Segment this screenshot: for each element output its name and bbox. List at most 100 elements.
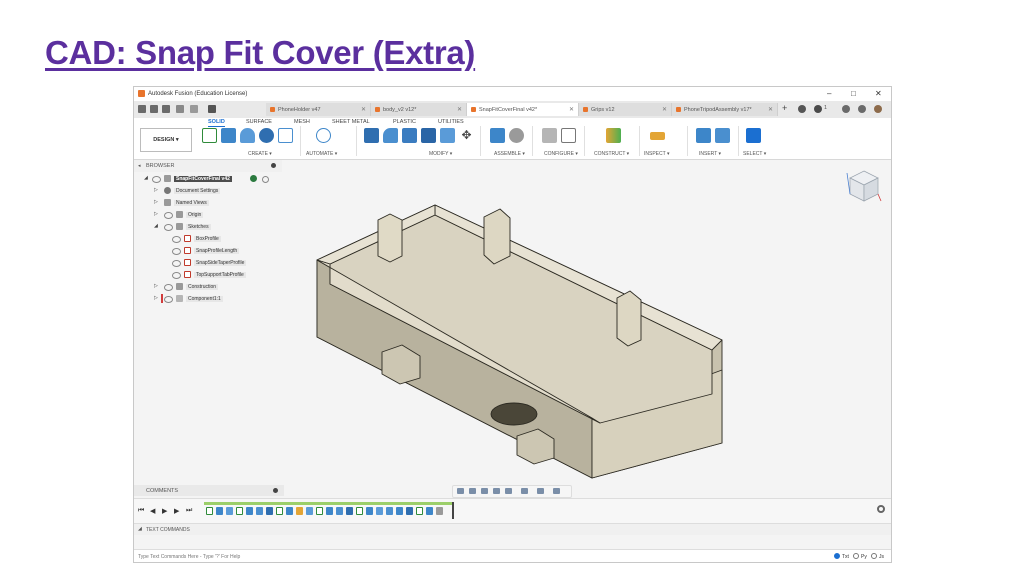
timeline-plane-icon[interactable] <box>296 507 303 515</box>
timeline-sketch-icon[interactable] <box>416 507 423 515</box>
configure-icon[interactable] <box>542 128 557 143</box>
tab-plastic[interactable]: PLASTIC <box>393 119 416 125</box>
expand-arrow-icon[interactable]: ▷ <box>154 187 158 193</box>
viewports-icon[interactable] <box>553 488 560 494</box>
step-back-icon[interactable]: ◀ <box>150 507 155 515</box>
visibility-eye-icon[interactable] <box>172 272 181 279</box>
look-at-icon[interactable] <box>469 488 476 494</box>
fillet-icon[interactable] <box>383 128 398 143</box>
collapse-icon[interactable]: ◢ <box>138 526 142 532</box>
avatar[interactable] <box>874 105 882 113</box>
timeline-extrude-icon[interactable] <box>246 507 253 515</box>
new-component-icon[interactable] <box>490 128 505 143</box>
text-commands-header[interactable]: ◢ TEXT COMMANDS <box>134 523 891 535</box>
tree-item-document-settings[interactable]: ▷ Document Settings <box>150 186 280 196</box>
timeline-sketch-icon[interactable] <box>356 507 363 515</box>
radio-py[interactable] <box>853 553 859 559</box>
select-menu[interactable]: SELECT ▾ <box>743 151 766 157</box>
browser-pin-icon[interactable] <box>271 163 276 168</box>
tree-item-component1[interactable]: ▷ Component1:1 <box>150 294 280 304</box>
timeline-feature-icon[interactable] <box>386 507 393 515</box>
maximize-button[interactable]: □ <box>851 89 856 98</box>
visibility-eye-icon[interactable] <box>164 296 173 303</box>
fit-icon[interactable] <box>505 488 512 494</box>
step-forward-icon[interactable]: ▶ <box>174 507 179 515</box>
construct-menu[interactable]: CONSTRUCT ▾ <box>594 151 629 157</box>
move-icon[interactable]: ✥ <box>459 128 474 143</box>
visibility-eye-icon[interactable] <box>172 236 181 243</box>
timeline-sketch-icon[interactable] <box>206 507 213 515</box>
visibility-eye-icon[interactable] <box>172 248 181 255</box>
assemble-menu[interactable]: ASSEMBLE ▾ <box>494 151 525 157</box>
activate-icon[interactable] <box>250 175 257 182</box>
close-tab-icon[interactable]: ✕ <box>768 106 773 113</box>
radio-js[interactable] <box>871 553 877 559</box>
undo-icon[interactable] <box>176 105 184 113</box>
expand-arrow-icon[interactable]: ▷ <box>154 211 158 217</box>
tab-sheet-metal[interactable]: SHEET METAL <box>332 119 370 125</box>
tree-item-construction[interactable]: ▷ Construction <box>150 282 280 292</box>
timeline-feature-icon[interactable] <box>346 507 353 515</box>
measure-icon[interactable] <box>650 132 665 140</box>
tab-phoneholder[interactable]: PhoneHolder v47 ✕ <box>266 103 371 116</box>
tab-phonetripod[interactable]: PhoneTripodAssembly v17* ✕ <box>672 103 778 116</box>
visibility-eye-icon[interactable] <box>164 284 173 291</box>
timeline-feature-icon[interactable] <box>336 507 343 515</box>
visibility-eye-icon[interactable] <box>164 212 173 219</box>
display-settings-icon[interactable] <box>521 488 528 494</box>
tree-item-named-views[interactable]: ▷ Named Views <box>150 198 280 208</box>
tree-item-snapprofilelength[interactable]: SnapProfileLength <box>170 246 300 256</box>
home-icon[interactable] <box>208 105 216 113</box>
timeline-sketch-icon[interactable] <box>236 507 243 515</box>
tab-grips[interactable]: Grips v12 ✕ <box>579 103 672 116</box>
configure-menu[interactable]: CONFIGURE ▾ <box>544 151 578 157</box>
close-tab-icon[interactable]: ✕ <box>662 106 667 113</box>
tab-solid[interactable]: SOLID <box>208 119 225 127</box>
automate-menu[interactable]: AUTOMATE ▾ <box>306 151 337 157</box>
inspect-menu[interactable]: INSPECT ▾ <box>644 151 669 157</box>
create-menu[interactable]: CREATE ▾ <box>248 151 272 157</box>
close-tab-icon[interactable]: ✕ <box>361 106 366 113</box>
timeline-extrude-icon[interactable] <box>286 507 293 515</box>
visibility-eye-icon[interactable] <box>152 176 161 183</box>
modify-menu[interactable]: MODIFY ▾ <box>429 151 452 157</box>
notifications-icon[interactable] <box>842 105 850 113</box>
create-sketch-icon[interactable] <box>202 128 217 143</box>
viewcube[interactable] <box>846 167 882 205</box>
tab-surface[interactable]: SURFACE <box>246 119 272 125</box>
combine-icon[interactable] <box>440 128 455 143</box>
create-form-icon[interactable] <box>221 128 236 143</box>
pan-icon[interactable] <box>481 488 488 494</box>
help-icon[interactable] <box>858 105 866 113</box>
timeline-extrude-icon[interactable] <box>426 507 433 515</box>
tree-item-sketches[interactable]: ◢ Sketches <box>150 222 280 232</box>
close-button[interactable]: ✕ <box>875 89 882 98</box>
tab-body[interactable]: body_v2 v12* ✕ <box>371 103 467 116</box>
press-pull-icon[interactable] <box>364 128 379 143</box>
joint-icon[interactable] <box>509 128 524 143</box>
offset-plane-icon[interactable] <box>606 128 621 143</box>
table-icon[interactable] <box>561 128 576 143</box>
timeline-sketch-icon[interactable] <box>276 507 283 515</box>
automate-icon[interactable] <box>316 128 331 143</box>
tree-item-topsupporttabprofile[interactable]: TopSupportTabProfile <box>170 270 300 280</box>
box-icon[interactable] <box>278 128 293 143</box>
snap-fit-cover-model[interactable] <box>316 204 723 479</box>
timeline-extrude-icon[interactable] <box>366 507 373 515</box>
insert-image-icon[interactable] <box>715 128 730 143</box>
select-icon[interactable] <box>746 128 761 143</box>
visibility-eye-icon[interactable] <box>164 224 173 231</box>
timeline-extrude-icon[interactable] <box>216 507 223 515</box>
orbit-icon[interactable] <box>457 488 464 494</box>
extensions-icon[interactable] <box>798 105 806 113</box>
comments-pin-icon[interactable] <box>273 488 278 493</box>
timeline-feature-icon[interactable] <box>376 507 383 515</box>
close-tab-icon[interactable]: ✕ <box>569 106 574 113</box>
timeline-marker[interactable] <box>452 502 454 519</box>
timeline-sketch-icon[interactable] <box>316 507 323 515</box>
chamfer-icon[interactable] <box>402 128 417 143</box>
play-icon[interactable]: ▶ <box>162 507 167 515</box>
tab-utilities[interactable]: UTILITIES <box>438 119 464 125</box>
timeline-settings-icon[interactable] <box>877 505 885 513</box>
collapse-icon[interactable]: ◂ <box>138 163 141 169</box>
